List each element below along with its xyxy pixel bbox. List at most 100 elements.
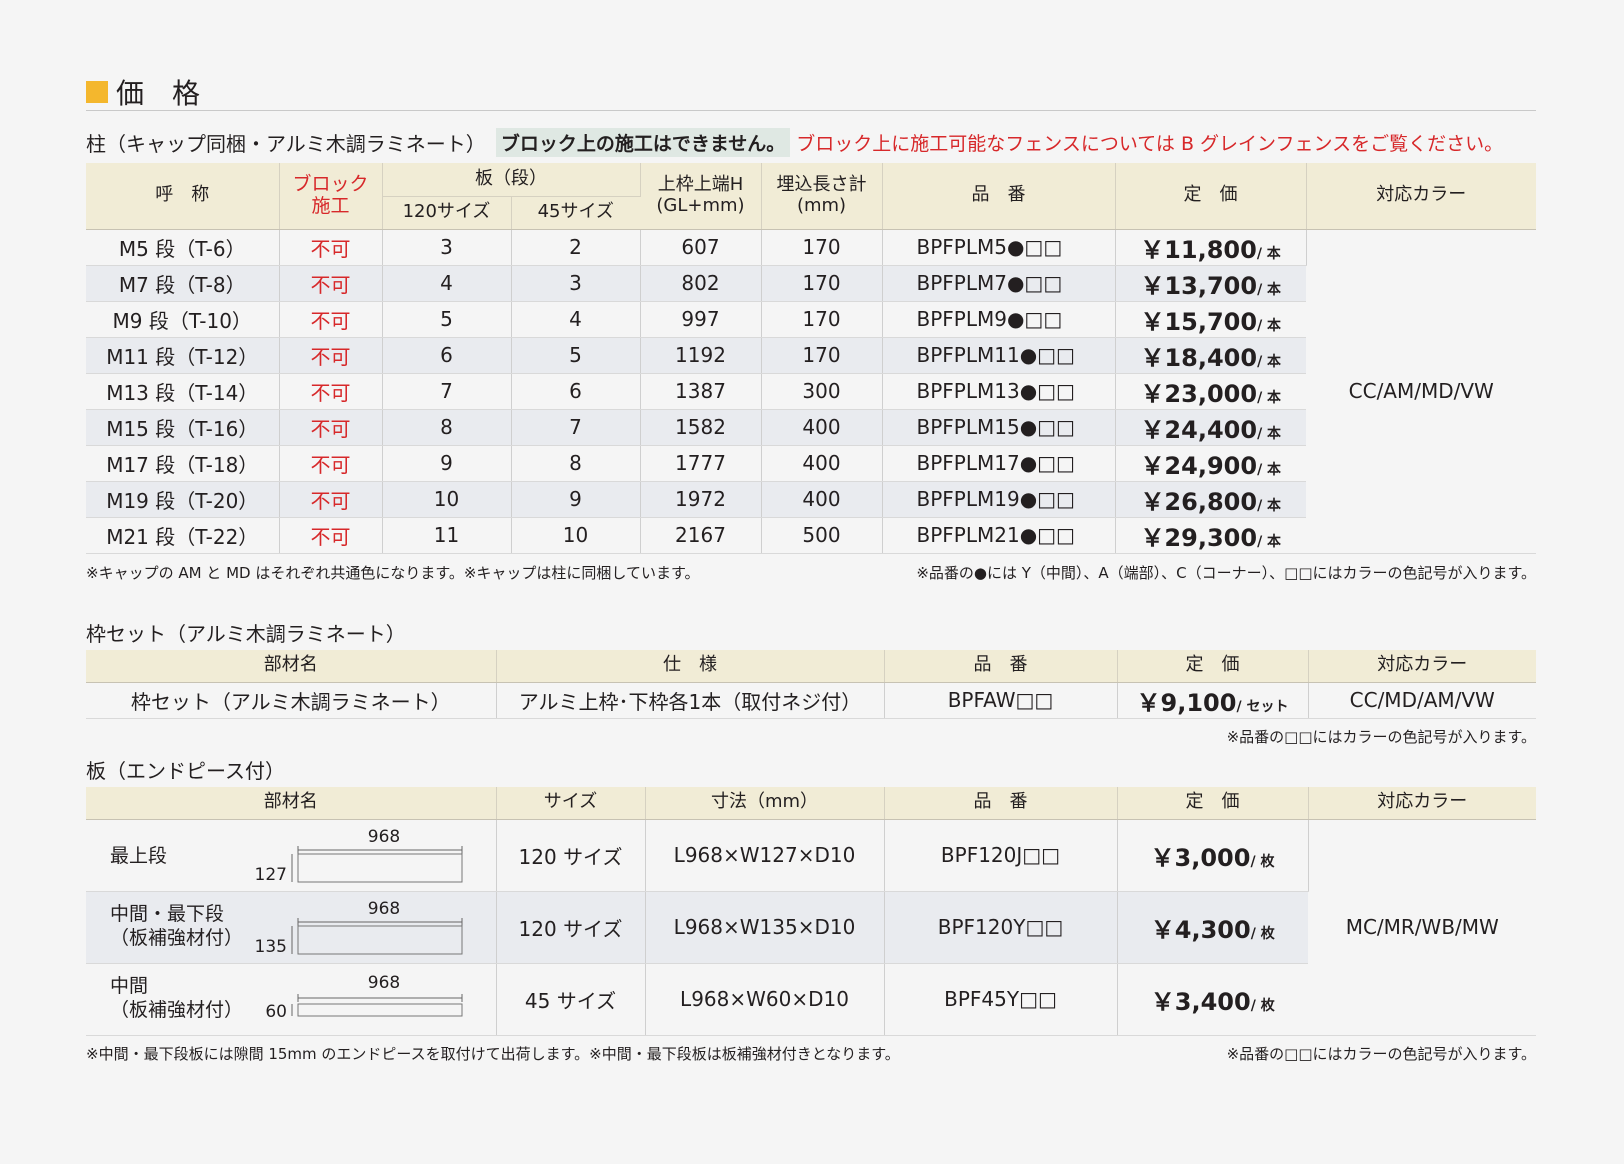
row-unit: / 本 <box>1257 461 1282 478</box>
row-code: BPFPLM13●□□ <box>882 373 1116 410</box>
row-s120: 3 <box>382 229 512 266</box>
board-name-cell: 中間 （板補強材付） 968 60 <box>86 963 497 1036</box>
table-row: M5 段（T-6） 不可 3 2 607 170 BPFPLM5●□□ ￥11,… <box>86 229 1536 554</box>
frame-note: ※品番の□□にはカラーの色記号が入ります。 <box>1226 728 1536 746</box>
boards-header-dim: 寸法（mm） <box>645 787 885 820</box>
board-price-cell: ￥3,000/ 枚 <box>1117 819 1309 892</box>
row-s45: 9 <box>511 481 641 518</box>
header-name: 呼 称 <box>86 163 280 230</box>
row-bury: 400 <box>761 409 883 446</box>
row-bury: 170 <box>761 337 883 374</box>
header-color: 対応カラー <box>1306 163 1536 230</box>
board-width-label: 968 <box>368 827 400 847</box>
row-unit: / 本 <box>1257 425 1282 442</box>
board-height-label: 135 <box>256 937 287 957</box>
board-diagram-icon: 968 127 <box>256 827 463 885</box>
frame-code: BPFAW□□ <box>884 682 1118 719</box>
frame-header-part: 部材名 <box>86 650 497 683</box>
board-name-cell: 最上段 968 127 <box>86 819 497 892</box>
board-price: ￥3,000 <box>1150 843 1251 872</box>
row-code: BPFPLM5●□□ <box>882 229 1116 266</box>
frame-unit: / セット <box>1236 698 1289 715</box>
posts-note-left: ※キャップの AM と MD はそれぞれ共通色になります。※キャップは柱に同梱し… <box>86 564 700 582</box>
board-diagram-icon: 968 60 <box>265 973 463 1022</box>
row-price: ￥26,800 <box>1140 487 1258 516</box>
board-size: 45 サイズ <box>496 963 646 1036</box>
board-height-label: 60 <box>265 1002 287 1022</box>
board-width-label: 968 <box>368 899 400 919</box>
row-price-cell: ￥13,700/ 本 <box>1115 265 1306 302</box>
header-size45: 45サイズ <box>511 196 640 230</box>
board-dim: L968×W135×D10 <box>645 891 885 964</box>
board-size: 120 サイズ <box>496 891 646 964</box>
section-title-text: 価 格 <box>116 77 201 110</box>
row-unit: / 本 <box>1256 245 1281 262</box>
row-s45: 4 <box>511 301 641 338</box>
row-name: M11 段（T-12） <box>86 337 280 374</box>
row-s120: 11 <box>382 517 512 554</box>
row-block: 不可 <box>279 373 383 410</box>
board-unit: / 枚 <box>1250 997 1275 1014</box>
row-price-cell: ￥26,800/ 本 <box>1115 481 1306 518</box>
posts-notice-red: ブロック上に施工可能なフェンスについては B グレインフェンスをご覧ください。 <box>796 133 1504 155</box>
row-price: ￥13,700 <box>1140 271 1258 300</box>
posts-heading-row: 柱（キャップ同梱・アルミ木調ラミネート） ブロック上の施工はできません。 ブロッ… <box>86 128 1503 157</box>
row-block: 不可 <box>279 445 383 482</box>
posts-heading: 柱（キャップ同梱・アルミ木調ラミネート） <box>86 132 486 156</box>
row-height: 1582 <box>640 409 762 446</box>
board-name: 中間 （板補強材付） <box>110 974 244 1022</box>
row-price-cell: ￥24,900/ 本 <box>1115 445 1306 482</box>
board-price: ￥3,400 <box>1150 987 1251 1016</box>
row-unit: / 本 <box>1257 281 1282 298</box>
row-price: ￥23,000 <box>1140 379 1258 408</box>
header-block: ブロック 施工 <box>279 163 383 230</box>
row-name: M5 段（T-6） <box>86 229 280 266</box>
row-s120: 5 <box>382 301 512 338</box>
boards-header-size: サイズ <box>496 787 646 820</box>
row-price: ￥11,800 <box>1140 235 1257 264</box>
board-price-cell: ￥3,400/ 枚 <box>1117 963 1308 1036</box>
row-height: 997 <box>640 301 762 338</box>
table-row: 最上段 968 127 120 サイズ L968×W127×D10 BPF120… <box>86 819 1536 1036</box>
row-height: 607 <box>640 229 762 266</box>
boards-note-left: ※中間・最下段板には隙間 15mm のエンドピースを取付けて出荷します。※中間・… <box>86 1045 900 1063</box>
row-code: BPFPLM17●□□ <box>882 445 1116 482</box>
row-price: ￥24,400 <box>1140 415 1258 444</box>
frame-header-price: 定 価 <box>1117 650 1309 683</box>
row-name: M15 段（T-16） <box>86 409 280 446</box>
board-name: 中間・最下段 （板補強材付） <box>110 902 244 950</box>
row-s45: 6 <box>511 373 641 410</box>
frame-colors: CC/MD/AM/VW <box>1308 682 1536 719</box>
board-unit: / 枚 <box>1250 925 1275 942</box>
row-height: 1777 <box>640 445 762 482</box>
row-s120: 9 <box>382 445 512 482</box>
posts-notice: ブロック上の施工はできません。 <box>495 128 791 157</box>
frame-header-code: 品 番 <box>884 650 1118 683</box>
row-s120: 7 <box>382 373 512 410</box>
row-bury: 170 <box>761 301 883 338</box>
board-unit: / 枚 <box>1250 853 1275 870</box>
board-code: BPF120Y□□ <box>884 891 1118 964</box>
row-bury: 170 <box>761 265 883 302</box>
header-code: 品 番 <box>882 163 1116 230</box>
row-height: 1972 <box>640 481 762 518</box>
row-s120: 4 <box>382 265 512 302</box>
posts-table: 呼 称 ブロック 施工 板（段） 上枠上端H (GL+mm) 埋込長さ計 (mm… <box>86 163 1536 554</box>
row-unit: / 本 <box>1257 317 1282 334</box>
board-name: 最上段 <box>110 844 168 867</box>
row-name: M21 段（T-22） <box>86 517 280 554</box>
row-code: BPFPLM9●□□ <box>882 301 1116 338</box>
row-block: 不可 <box>279 409 383 446</box>
boards-note-right: ※品番の□□にはカラーの色記号が入ります。 <box>1226 1045 1536 1063</box>
row-price-cell: ￥11,800/ 本 <box>1115 229 1307 266</box>
row-bury: 400 <box>761 445 883 482</box>
row-s45: 7 <box>511 409 641 446</box>
row-s45: 3 <box>511 265 641 302</box>
row-code: BPFPLM15●□□ <box>882 409 1116 446</box>
row-s45: 2 <box>511 229 641 266</box>
board-code: BPF45Y□□ <box>884 963 1118 1036</box>
row-height: 1192 <box>640 337 762 374</box>
frame-header-color: 対応カラー <box>1308 650 1536 683</box>
row-price-cell: ￥24,400/ 本 <box>1115 409 1306 446</box>
row-bury: 500 <box>761 517 883 554</box>
